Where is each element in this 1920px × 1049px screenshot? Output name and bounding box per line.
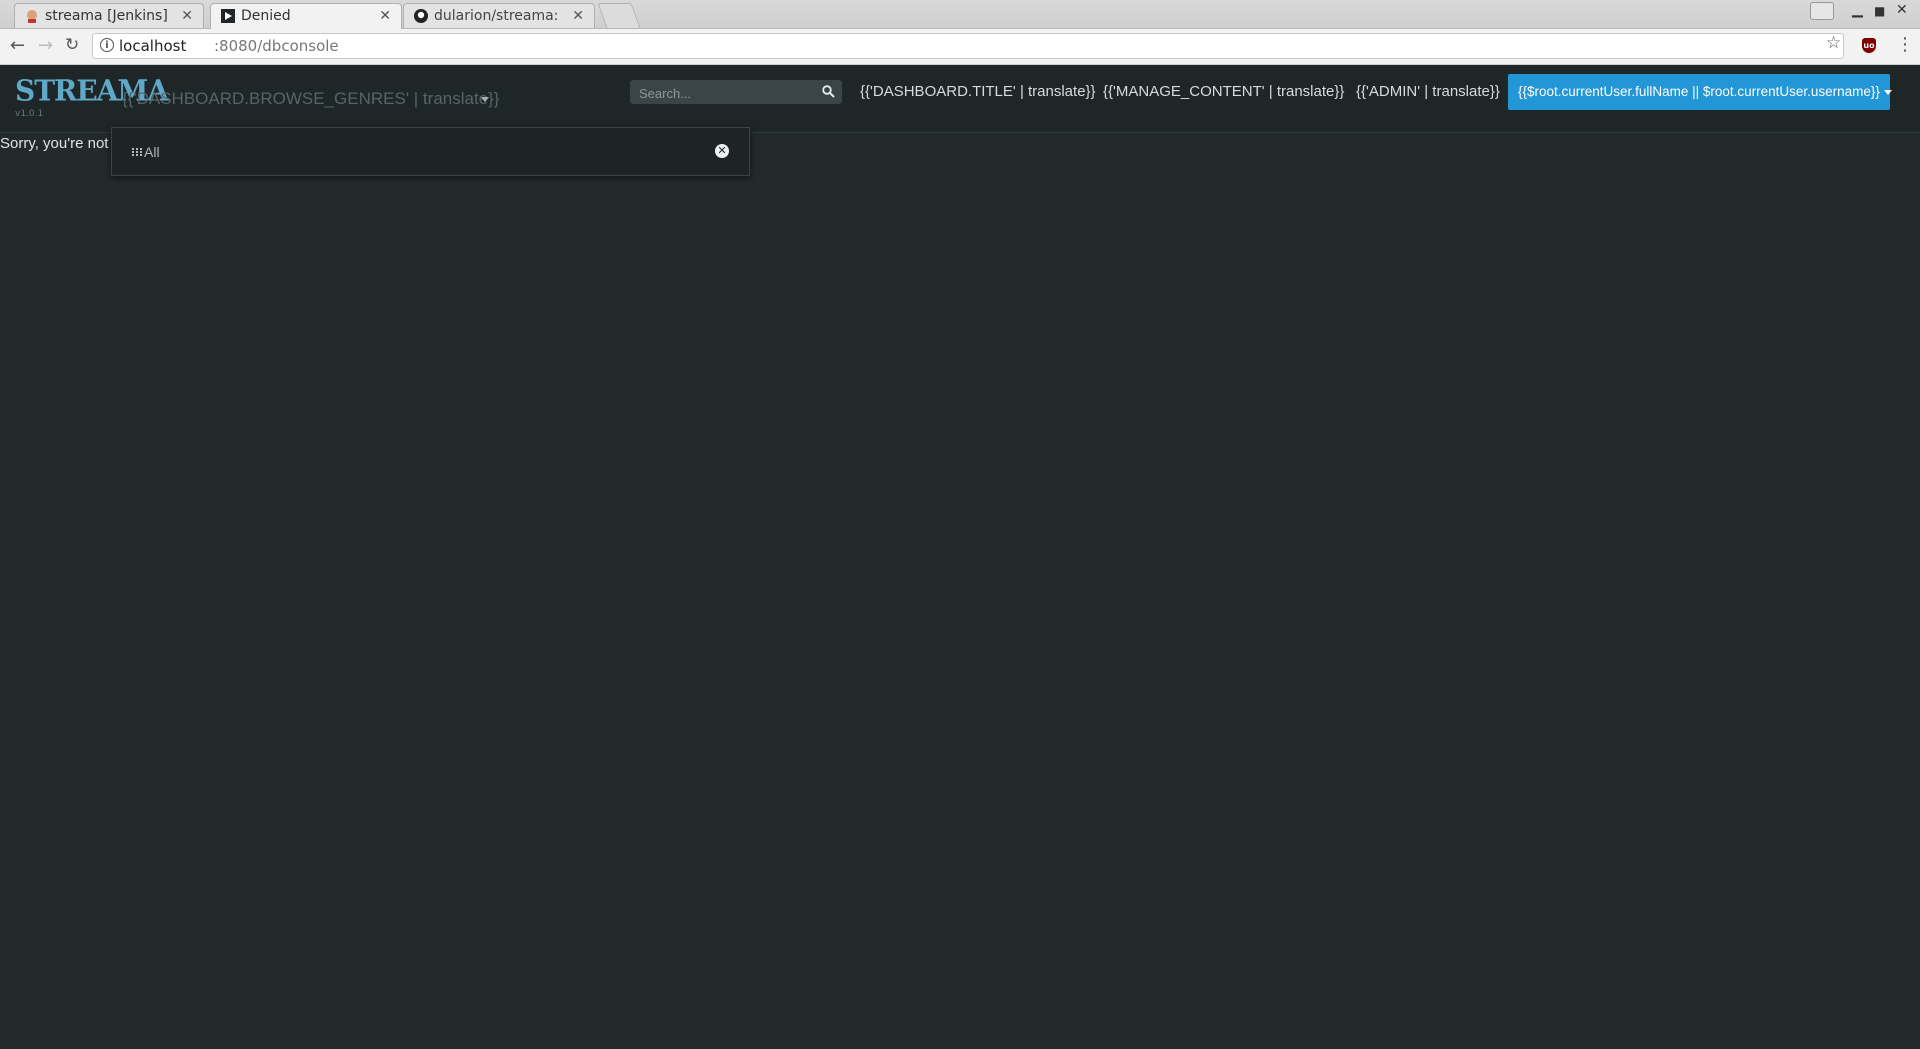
caret-down-icon: [1883, 89, 1892, 95]
genres-dropdown: All ✕: [111, 127, 750, 176]
version-label: v1.0.1: [15, 109, 44, 119]
search-icon[interactable]: [822, 85, 835, 98]
tab-title: dularion/streama: It: [434, 8, 564, 24]
reload-icon[interactable]: ↻: [65, 35, 79, 55]
nav-admin[interactable]: {{'ADMIN' | translate}}: [1356, 83, 1500, 100]
tab-github[interactable]: dularion/streama: It ✕: [403, 3, 595, 28]
close-icon[interactable]: ✕: [715, 144, 729, 158]
back-icon[interactable]: ←: [10, 35, 25, 56]
browser-menu-icon[interactable]: ⋮: [1896, 34, 1914, 55]
genre-item-all[interactable]: All: [132, 144, 160, 160]
chevron-down-icon[interactable]: [481, 97, 489, 102]
genre-all-label: All: [144, 144, 160, 160]
ublock-icon[interactable]: uo: [1862, 38, 1876, 53]
bookmark-star-icon[interactable]: ☆: [1826, 33, 1841, 53]
info-icon[interactable]: i: [100, 38, 114, 52]
close-tab-icon[interactable]: ✕: [572, 4, 584, 28]
search-input[interactable]: [637, 83, 816, 103]
maximize-icon[interactable]: ■: [1874, 4, 1885, 18]
github-icon: [414, 9, 428, 23]
close-tab-icon[interactable]: ✕: [181, 4, 193, 28]
profile-icon[interactable]: [1810, 2, 1834, 20]
streama-play-icon: [221, 9, 235, 23]
minimize-icon[interactable]: ▁: [1852, 2, 1863, 18]
forward-icon[interactable]: →: [38, 35, 53, 56]
close-window-icon[interactable]: ✕: [1896, 2, 1908, 18]
user-menu-button[interactable]: {{$root.currentUser.fullName || $root.cu…: [1508, 74, 1892, 110]
nav-dashboard[interactable]: {{'DASHBOARD.TITLE' | translate}}: [860, 83, 1096, 100]
url-host: localhost: [119, 37, 187, 55]
browse-genres-toggle[interactable]: {{'DASHBOARD.BROWSE_GENRES' | translate}…: [122, 89, 500, 109]
browser-toolbar: ← → ↻ i localhost :8080/dbconsole ☆ uo ⋮: [0, 29, 1920, 65]
user-menu-label: {{$root.currentUser.fullName || $root.cu…: [1518, 84, 1880, 99]
nav-manage-content[interactable]: {{'MANAGE_CONTENT' | translate}}: [1103, 83, 1344, 100]
tab-denied[interactable]: Denied ✕: [210, 3, 402, 29]
tab-title: Denied: [241, 8, 291, 24]
url-path: :8080/dbconsole: [214, 37, 339, 55]
tab-jenkins[interactable]: streama [Jenkins] ✕: [14, 3, 204, 28]
jenkins-icon: [27, 10, 37, 23]
grid-icon: [132, 148, 142, 156]
browser-tab-strip: streama [Jenkins] ✕ Denied ✕ dularion/st…: [0, 0, 1920, 29]
close-tab-icon[interactable]: ✕: [379, 4, 391, 28]
search-field[interactable]: [630, 80, 842, 104]
new-tab-button[interactable]: [597, 3, 641, 28]
tab-title: streama [Jenkins]: [45, 8, 168, 24]
access-denied-message: Sorry, you're not a: [0, 135, 121, 152]
address-bar[interactable]: i localhost :8080/dbconsole: [92, 33, 1844, 59]
app-navbar: STREAMA v1.0.1 {{'DASHBOARD.BROWSE_GENRE…: [0, 65, 1920, 133]
